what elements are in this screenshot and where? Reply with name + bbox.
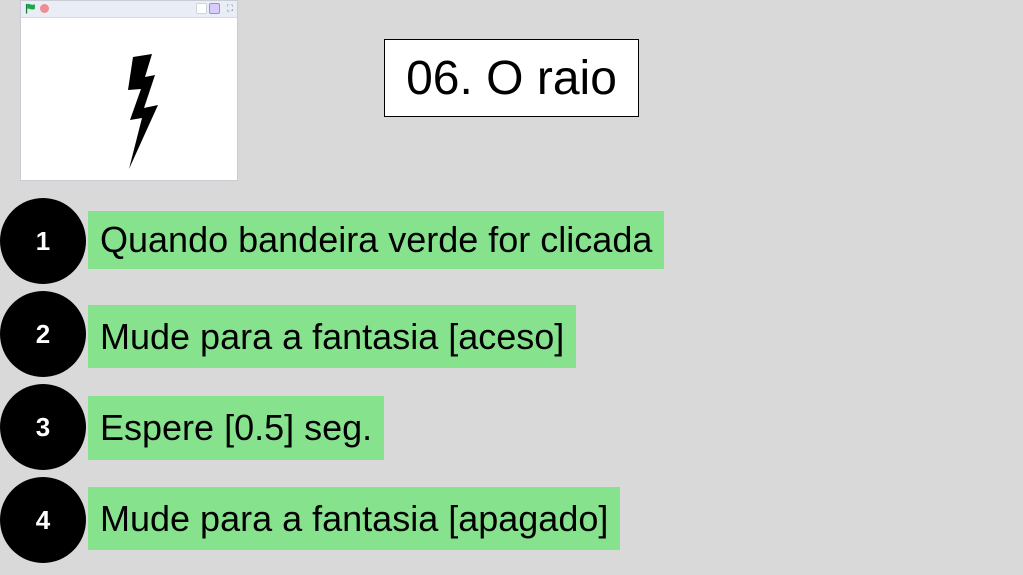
small-stage-icon[interactable] <box>196 3 207 14</box>
lightning-bolt-icon <box>128 54 158 169</box>
stage-preview: ⛶ <box>20 0 238 181</box>
step-2-label: Mude para a fantasia [aceso] <box>88 305 577 368</box>
step-2-number: 2 <box>0 291 86 377</box>
large-stage-icon[interactable] <box>209 3 220 14</box>
stop-icon[interactable] <box>40 4 49 13</box>
fullscreen-icon[interactable]: ⛶ <box>224 3 236 14</box>
green-flag-icon[interactable] <box>25 3 36 14</box>
step-3-label: Espere [0.5] seg. <box>88 396 385 460</box>
step-1-label: Quando bandeira verde for clicada <box>88 211 665 269</box>
stage-toolbar: ⛶ <box>21 1 237 18</box>
step-4-label: Mude para a fantasia [apagado] <box>88 487 621 550</box>
step-4-number: 4 <box>0 477 86 563</box>
step-1-number: 1 <box>0 198 86 284</box>
page-title: 06. O raio <box>384 39 639 117</box>
step-3-number: 3 <box>0 384 86 470</box>
stage-canvas[interactable] <box>21 17 237 181</box>
